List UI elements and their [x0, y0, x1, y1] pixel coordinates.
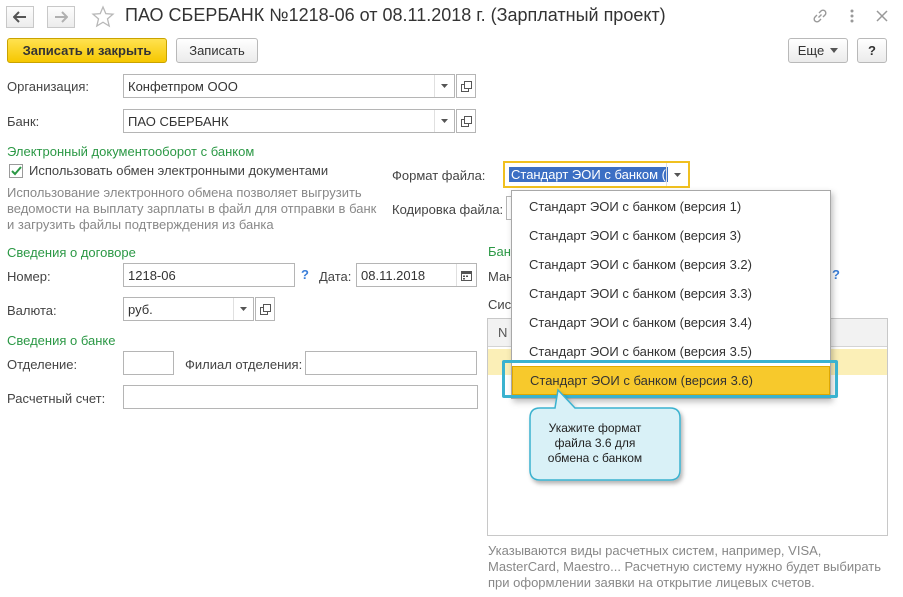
account-field[interactable] [123, 385, 478, 409]
organization-label: Организация: [7, 79, 90, 94]
open-window-icon [460, 80, 472, 92]
payment-systems-label: Сис [488, 297, 512, 312]
file-format-value: Стандарт ЭОИ с банком ( [509, 167, 668, 182]
account-label: Расчетный счет: [7, 391, 106, 406]
contract-section-title: Сведения о договоре [7, 245, 136, 260]
bank-dropdown-button[interactable] [434, 110, 454, 132]
currency-field[interactable]: руб. [123, 297, 254, 321]
save-and-close-button[interactable]: Записать и закрыть [7, 38, 167, 63]
format-option-3[interactable]: Стандарт ЭОИ с банком (версия 3) [512, 221, 830, 250]
number-label: Номер: [7, 269, 51, 284]
more-vertical-icon[interactable] [842, 7, 862, 25]
file-format-label: Формат файла: [392, 168, 486, 183]
organization-value: Конфетпром ООО [128, 78, 238, 94]
edo-checkbox[interactable] [9, 164, 23, 178]
date-value: 08.11.2018 [361, 267, 426, 283]
number-help-icon[interactable]: ? [301, 267, 309, 282]
forward-button[interactable] [47, 6, 75, 28]
branch-field[interactable] [123, 351, 174, 375]
save-button[interactable]: Записать [176, 38, 258, 63]
close-icon[interactable] [872, 7, 892, 25]
table-column-n: N [498, 325, 508, 340]
arrow-right-icon [55, 11, 68, 23]
chevron-down-icon [441, 84, 448, 88]
right-help-icon[interactable]: ? [832, 267, 840, 282]
open-window-icon [460, 115, 472, 127]
more-label: Еще [797, 43, 825, 58]
chevron-down-icon [441, 119, 448, 123]
edo-hint: Использование электронного обмена позвол… [7, 185, 377, 232]
open-window-icon [259, 303, 271, 315]
checkmark-icon [10, 166, 22, 176]
arrow-left-icon [13, 11, 26, 23]
organization-field[interactable]: Конфетпром ООО [123, 74, 455, 98]
format-option-3-4[interactable]: Стандарт ЭОИ с банком (версия 3.4) [512, 308, 830, 337]
date-field[interactable]: 08.11.2018 [356, 263, 477, 287]
sub-branch-field[interactable] [305, 351, 477, 375]
favorite-star-icon[interactable] [91, 5, 115, 29]
number-field[interactable]: 1218-06 [123, 263, 295, 287]
organization-dropdown-button[interactable] [434, 75, 454, 97]
branch-label: Отделение: [7, 357, 78, 372]
currency-open-button[interactable] [255, 297, 275, 321]
bank-label: Банк: [7, 114, 40, 129]
callout-text: Укажите формат файла 3.6 для обмена с ба… [547, 421, 643, 465]
chevron-down-icon [830, 48, 839, 53]
currency-value: руб. [128, 301, 153, 317]
date-label: Дата: [319, 269, 352, 284]
right-section-title: Бан [488, 244, 511, 259]
calendar-icon [461, 270, 472, 281]
format-option-3-3[interactable]: Стандарт ЭОИ с банком (версия 3.3) [512, 279, 830, 308]
chevron-down-icon [674, 172, 681, 177]
window-title: ПАО СБЕРБАНК №1218-06 от 08.11.2018 г. (… [125, 5, 666, 25]
help-button[interactable]: ? [857, 38, 887, 63]
payment-systems-hint: Указываются виды расчетных систем, напри… [488, 543, 882, 590]
bank-value: ПАО СБЕРБАНК [128, 113, 229, 129]
file-format-field[interactable]: Стандарт ЭОИ с банком ( [503, 161, 690, 188]
back-button[interactable] [6, 6, 34, 28]
bank-info-section-title: Сведения о банке [7, 333, 116, 348]
edo-section-title: Электронный документооборот с банком [7, 144, 255, 159]
more-button[interactable]: Еще [788, 38, 848, 63]
format-option-1[interactable]: Стандарт ЭОИ с банком (версия 1) [512, 192, 830, 221]
number-value: 1218-06 [128, 267, 176, 283]
right-label: Ман [488, 269, 514, 284]
organization-open-button[interactable] [456, 74, 476, 98]
edo-checkbox-label[interactable]: Использовать обмен электронными документ… [29, 163, 328, 178]
format-option-3-2[interactable]: Стандарт ЭОИ с банком (версия 3.2) [512, 250, 830, 279]
bank-open-button[interactable] [456, 109, 476, 133]
link-icon[interactable] [810, 7, 830, 25]
encoding-label: Кодировка файла: [392, 202, 504, 217]
chevron-down-icon [240, 307, 247, 311]
file-format-dropdown-button[interactable] [666, 163, 688, 186]
currency-dropdown-button[interactable] [233, 298, 253, 320]
calendar-button[interactable] [456, 264, 476, 286]
sub-branch-label: Филиал отделения: [185, 357, 303, 372]
currency-label: Валюта: [7, 303, 57, 318]
bank-field[interactable]: ПАО СБЕРБАНК [123, 109, 455, 133]
